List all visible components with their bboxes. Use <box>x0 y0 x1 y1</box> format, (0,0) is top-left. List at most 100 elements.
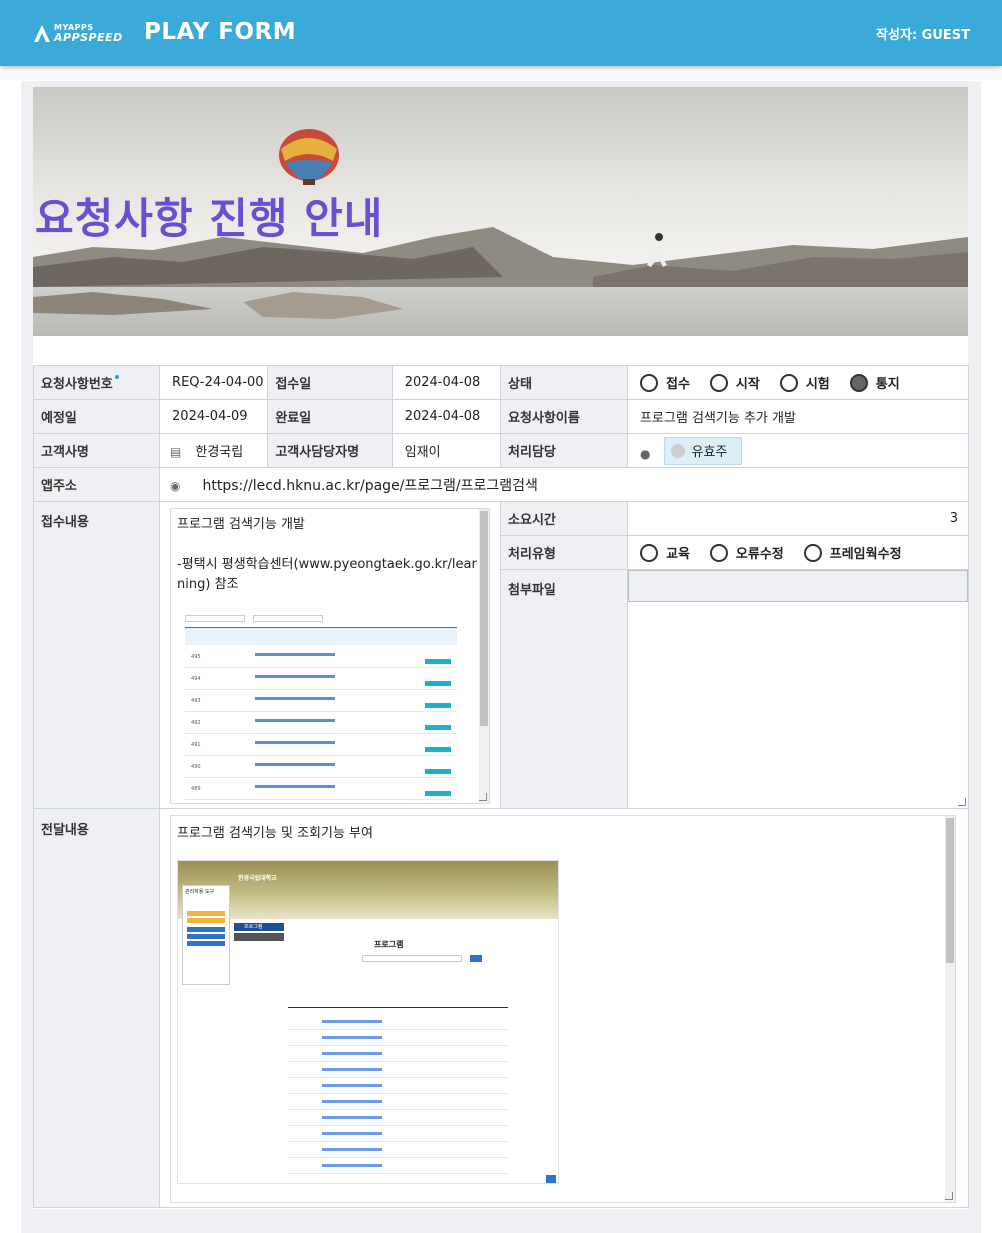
request-no-label-text: 요청사항번호 <box>41 377 113 392</box>
screenshot-program-row <box>288 1079 509 1094</box>
form-row-4: 앱주소 ◉ https://lecd.hknu.ac.kr/page/프로그램/프… <box>32 467 969 502</box>
delivery-label: 전달내용 <box>32 808 161 1208</box>
status-radio-received[interactable]: 접수 <box>640 373 690 392</box>
screenshot-hero <box>178 861 559 919</box>
form-row-5: 접수내용 프로그램 검색기능 개발 -평택시 평생학습센터(www.pyeong… <box>32 500 969 809</box>
scrollbar-thumb[interactable] <box>946 818 955 963</box>
screenshot-program-row <box>288 1031 509 1046</box>
app-logo[interactable]: MYAPPS APPSPEED <box>32 20 136 46</box>
screenshot-admin-btn <box>187 911 226 916</box>
handler-field[interactable]: ● 유효주 <box>627 433 969 468</box>
screenshot-row-title <box>255 675 336 678</box>
screenshot-program-title <box>322 1132 383 1135</box>
planned-date-label: 예정일 <box>32 399 161 434</box>
status-option-label: 시험 <box>805 377 830 392</box>
building-icon: ▤ <box>170 445 182 459</box>
attachment-dropzone[interactable] <box>628 570 968 603</box>
screenshot-table-row: 493 <box>185 691 458 712</box>
process-radio-education[interactable]: 교육 <box>640 543 690 562</box>
screenshot-row-number: 489 <box>191 786 201 792</box>
screenshot-program-row <box>288 1095 509 1110</box>
received-date-field[interactable]: 2024-04-08 <box>391 365 502 400</box>
radio-selected-icon <box>849 373 868 392</box>
done-date-field[interactable]: 2024-04-08 <box>391 399 502 434</box>
status-radio-testing[interactable]: 시험 <box>779 373 830 392</box>
received-date-label: 접수일 <box>267 365 393 400</box>
customer-contact-label: 고객사담당자명 <box>267 433 393 468</box>
planned-date-field[interactable]: 2024-04-09 <box>159 399 269 434</box>
screenshot-program-title <box>322 1020 383 1023</box>
screenshot-table-top <box>288 1007 509 1008</box>
resize-handle-icon[interactable] <box>945 1192 954 1200</box>
radio-circle-icon <box>640 373 658 392</box>
attachment-cell <box>627 569 969 809</box>
form-row-2: 예정일 2024-04-09 완료일 2024-04-08 요청사항이름 프로그… <box>32 399 969 434</box>
content-label: 접수내용 <box>32 501 161 809</box>
screenshot-admin-btn <box>187 941 226 946</box>
request-no-field[interactable]: REQ-24-04-00 <box>159 365 269 400</box>
status-option-label: 접수 <box>666 377 690 392</box>
author-label: 작성자: GUEST <box>876 28 970 43</box>
status-radio-notified[interactable]: 통지 <box>849 373 900 392</box>
delivery-scrollbar[interactable] <box>945 816 956 1202</box>
screenshot-search <box>362 955 463 962</box>
duration-field[interactable]: 3 <box>627 500 969 537</box>
screenshot-program-title <box>322 1068 383 1071</box>
content-line-3: ning) 참조 <box>177 577 239 592</box>
radio-circle-icon <box>779 373 798 392</box>
screenshot-program-title <box>322 1052 383 1055</box>
delivery-textarea[interactable]: 프로그램 검색기능 및 조회기능 부여 한경국립대학교 관리자용 도구 프로그램 <box>170 815 957 1203</box>
screenshot-row-title <box>255 741 336 744</box>
app-url-value: https://lecd.hknu.ac.kr/page/프로그램/프로그램검색 <box>202 477 538 494</box>
content-cell: 프로그램 검색기능 개발 -평택시 평생학습센터(www.pyeongtaek.… <box>159 501 502 809</box>
screenshot-row-badge <box>425 747 452 752</box>
screenshot-row-badge <box>425 791 452 796</box>
screenshot-row-number: 490 <box>191 764 201 770</box>
process-type-radio-group: 교육 오류수정 프레임웍수정 <box>627 535 969 571</box>
screenshot-table-row: 489 <box>185 779 458 800</box>
screenshot-program-title <box>322 1164 383 1167</box>
customer-value: 한경국립 <box>195 445 244 460</box>
logo-big-text: APPSPEED <box>54 31 123 44</box>
radio-circle-icon <box>709 373 728 392</box>
screenshot-search-box <box>253 615 324 622</box>
screenshot-table-row: 492 <box>185 713 458 734</box>
screenshot-side-menu-2 <box>234 933 285 941</box>
process-radio-framework[interactable]: 프레임웍수정 <box>803 543 902 563</box>
screenshot-side-menu: 프로그램 <box>234 923 285 931</box>
screenshot-row-title <box>255 697 336 700</box>
form-row-1: 요청사항번호 REQ-24-04-00 접수일 2024-04-08 상태 접수… <box>32 365 969 400</box>
request-name-field[interactable]: 프로그램 검색기능 추가 개발 <box>627 399 969 434</box>
radio-circle-icon <box>709 543 728 562</box>
screenshot-row-badge <box>425 769 452 774</box>
content-textarea[interactable]: 프로그램 검색기능 개발 -평택시 평생학습센터(www.pyeongtaek.… <box>170 508 491 804</box>
top-bar: MYAPPS APPSPEED PLAY FORM 작성자: GUEST <box>0 0 1002 66</box>
app-url-label: 앱주소 <box>32 467 161 502</box>
delivery-cell: 프로그램 검색기능 및 조회기능 부여 한경국립대학교 관리자용 도구 프로그램 <box>159 808 969 1208</box>
screenshot-row-title <box>255 719 336 722</box>
screenshot-program-title <box>322 1116 383 1119</box>
screenshot-row-number: 492 <box>191 720 201 726</box>
logo-mark-icon <box>34 25 50 42</box>
content-scrollbar[interactable] <box>479 509 490 803</box>
request-no-label: 요청사항번호 <box>32 365 161 400</box>
app-title: PLAY FORM <box>144 19 297 45</box>
status-radio-group: 접수 시작 시험 통지 <box>627 365 969 400</box>
resize-handle-icon[interactable] <box>958 798 966 806</box>
screenshot-program-row <box>288 1143 509 1158</box>
customer-field[interactable]: ▤ 한경국립 <box>159 433 269 468</box>
customer-contact-field[interactable]: 임재이 <box>391 433 502 468</box>
screenshot-program-row <box>288 1015 509 1030</box>
content-line-1: 프로그램 검색기능 개발 <box>177 517 305 532</box>
screenshot-table-header <box>185 627 458 645</box>
screenshot-row-title <box>255 653 336 656</box>
status-radio-started[interactable]: 시작 <box>709 373 760 392</box>
scrollbar-thumb[interactable] <box>480 511 489 726</box>
resize-handle-icon[interactable] <box>479 793 488 801</box>
app-url-field[interactable]: ◉ https://lecd.hknu.ac.kr/page/프로그램/프로그램검… <box>159 467 969 502</box>
handler-chip[interactable]: 유효주 <box>664 436 743 465</box>
screenshot-school-name: 한경국립대학교 <box>238 875 277 882</box>
process-radio-bugfix[interactable]: 오류수정 <box>709 543 784 562</box>
screenshot-top-btn <box>546 1175 557 1183</box>
process-option-label: 프레임웍수정 <box>829 547 902 563</box>
